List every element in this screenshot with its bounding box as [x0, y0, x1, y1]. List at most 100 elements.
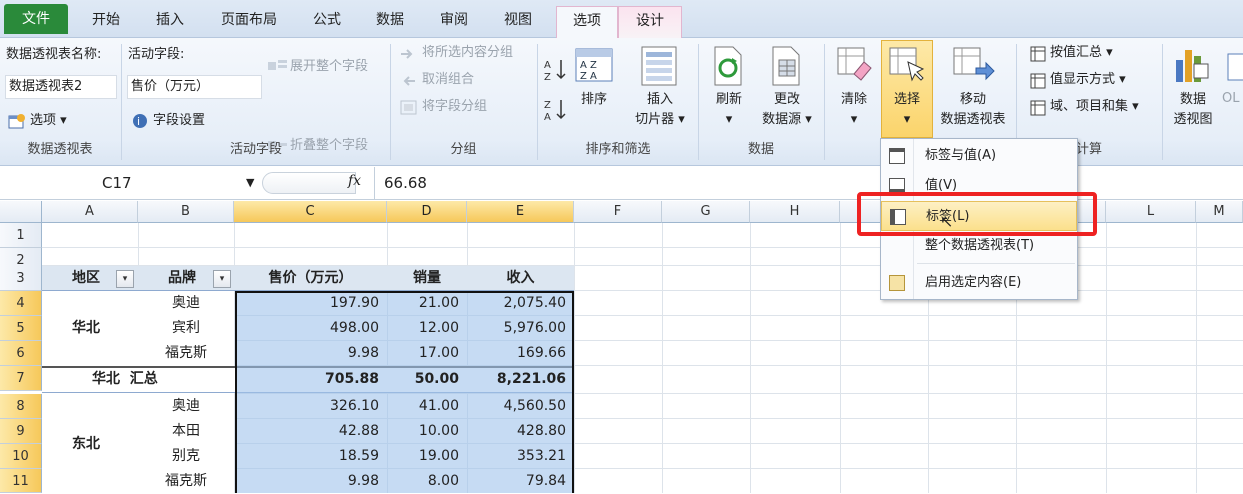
price-cell[interactable]: 326.10 [234, 394, 387, 419]
sort-button[interactable]: 排序 [573, 90, 615, 110]
row-header-6[interactable]: 6 [0, 341, 42, 366]
row-header-7[interactable]: 7 [0, 366, 42, 391]
move-pivot-button[interactable]: 数据透视表 [934, 110, 1012, 130]
row-header-4[interactable]: 4 [0, 291, 42, 316]
move-pivot-label-1[interactable]: 移动 [934, 90, 1012, 110]
column-header-h[interactable]: H [750, 201, 840, 223]
tab-review[interactable]: 审阅 [426, 6, 482, 38]
revenue-cell[interactable]: 5,976.00 [467, 316, 574, 341]
menu-item-labels-and-values[interactable]: 标签与值(A) [881, 141, 1077, 171]
brand-filter-dropdown-icon[interactable]: ▾ [213, 270, 231, 288]
brand-cell[interactable]: 福克斯 [138, 341, 234, 366]
pivot-chart-button[interactable]: 透视图 [1166, 110, 1220, 130]
refresh-dropdown[interactable]: ▾ [706, 110, 752, 130]
summarize-by-button[interactable]: 按值汇总 ▾ [1050, 44, 1113, 62]
row-header-10[interactable]: 10 [0, 444, 42, 469]
select-dropdown[interactable]: ▾ [881, 110, 933, 130]
formula-bar-splitter[interactable] [262, 172, 356, 194]
price-cell[interactable]: 9.98 [234, 341, 387, 366]
subtotal-sales[interactable]: 50.00 [387, 367, 467, 392]
column-header-g[interactable]: G [662, 201, 750, 223]
fields-items-sets-button[interactable]: 域、项目和集 ▾ [1050, 98, 1139, 116]
brand-cell[interactable]: 别克 [138, 444, 234, 469]
name-box-dropdown-icon[interactable]: ▼ [246, 171, 254, 195]
revenue-cell[interactable]: 2,075.40 [467, 291, 574, 316]
revenue-cell[interactable]: 428.80 [467, 419, 574, 444]
price-cell[interactable]: 197.90 [234, 291, 387, 316]
row-header-5[interactable]: 5 [0, 316, 42, 341]
name-box[interactable]: C17 [4, 171, 262, 195]
tab-formulas[interactable]: 公式 [300, 6, 354, 38]
tab-view[interactable]: 视图 [490, 6, 546, 38]
refresh-button[interactable]: 刷新 [706, 90, 752, 110]
sales-cell[interactable]: 10.00 [387, 419, 467, 444]
formula-input[interactable]: 66.68 [384, 172, 427, 194]
region-filter-dropdown-icon[interactable]: ▾ [116, 270, 134, 288]
revenue-cell[interactable]: 79.84 [467, 469, 574, 494]
column-header-f[interactable]: F [574, 201, 662, 223]
sales-cell[interactable]: 8.00 [387, 469, 467, 494]
expand-field-button[interactable]: 展开整个字段 [290, 58, 368, 76]
options-button[interactable]: 选项 ▾ [30, 112, 67, 130]
sales-cell[interactable]: 41.00 [387, 394, 467, 419]
sales-cell[interactable]: 12.00 [387, 316, 467, 341]
group-field-button[interactable]: 将字段分组 [422, 98, 487, 116]
tab-page-layout[interactable]: 页面布局 [206, 6, 292, 38]
revenue-cell[interactable]: 169.66 [467, 341, 574, 366]
sort-za-icon[interactable]: ZA [544, 98, 568, 126]
olap-tools-button[interactable]: OL [1222, 90, 1239, 108]
change-source-button[interactable]: 数据源 ▾ [756, 110, 818, 130]
pivot-name-field[interactable]: 数据透视表2 [5, 75, 117, 99]
sort-az-icon[interactable]: AZ [544, 58, 568, 86]
subtotal-revenue[interactable]: 8,221.06 [467, 367, 574, 392]
brand-cell[interactable]: 宾利 [138, 316, 234, 341]
insert-function-icon[interactable]: fx [348, 173, 361, 189]
row-header-1[interactable]: 1 [0, 223, 42, 248]
select-button[interactable]: 选择 [881, 90, 933, 110]
sales-cell[interactable]: 19.00 [387, 444, 467, 469]
ungroup-button[interactable]: 取消组合 [422, 71, 474, 89]
brand-cell[interactable]: 奥迪 [138, 394, 234, 419]
group-selection-button[interactable]: 将所选内容分组 [422, 44, 513, 62]
insert-slicer-button[interactable]: 切片器 ▾ [630, 110, 690, 130]
tab-data[interactable]: 数据 [362, 6, 418, 38]
price-cell[interactable]: 498.00 [234, 316, 387, 341]
tab-home[interactable]: 开始 [78, 6, 134, 38]
column-header-b[interactable]: B [138, 201, 234, 223]
select-all-corner[interactable] [0, 201, 42, 223]
column-header-c[interactable]: C [234, 201, 387, 223]
brand-cell[interactable]: 本田 [138, 419, 234, 444]
active-field-input[interactable]: 售价（万元） [127, 75, 262, 99]
show-values-as-button[interactable]: 值显示方式 ▾ [1050, 71, 1126, 89]
revenue-cell[interactable]: 4,560.50 [467, 394, 574, 419]
column-header-d[interactable]: D [387, 201, 467, 223]
revenue-cell[interactable]: 353.21 [467, 444, 574, 469]
change-source-label-1[interactable]: 更改 [756, 90, 818, 110]
sales-cell[interactable]: 21.00 [387, 291, 467, 316]
sales-cell[interactable]: 17.00 [387, 341, 467, 366]
tab-design[interactable]: 设计 [618, 6, 682, 39]
clear-button[interactable]: 清除 [830, 90, 878, 110]
row-header-8[interactable]: 8 [0, 394, 42, 419]
row-header-3[interactable]: 3 [0, 266, 42, 291]
tab-insert[interactable]: 插入 [142, 6, 198, 38]
column-header-m[interactable]: M [1196, 201, 1243, 223]
brand-cell[interactable]: 奥迪 [138, 291, 234, 316]
clear-dropdown[interactable]: ▾ [830, 110, 878, 130]
price-cell[interactable]: 9.98 [234, 469, 387, 494]
brand-cell[interactable]: 福克斯 [138, 469, 234, 494]
column-header-a[interactable]: A [42, 201, 138, 223]
tab-file[interactable]: 文件 [4, 4, 68, 34]
price-cell[interactable]: 42.88 [234, 419, 387, 444]
menu-item-enable-selection[interactable]: 启用选定内容(E) [881, 268, 1077, 298]
row-header-9[interactable]: 9 [0, 419, 42, 444]
subtotal-price[interactable]: 705.88 [234, 367, 387, 392]
column-header-e[interactable]: E [467, 201, 574, 223]
column-header-l[interactable]: L [1106, 201, 1196, 223]
pivot-chart-label-1[interactable]: 数据 [1166, 90, 1220, 110]
field-settings-button[interactable]: 字段设置 [153, 112, 205, 130]
tab-options[interactable]: 选项 [556, 6, 618, 39]
row-header-11[interactable]: 11 [0, 469, 42, 493]
insert-slicer-label-1[interactable]: 插入 [630, 90, 690, 110]
price-cell[interactable]: 18.59 [234, 444, 387, 469]
